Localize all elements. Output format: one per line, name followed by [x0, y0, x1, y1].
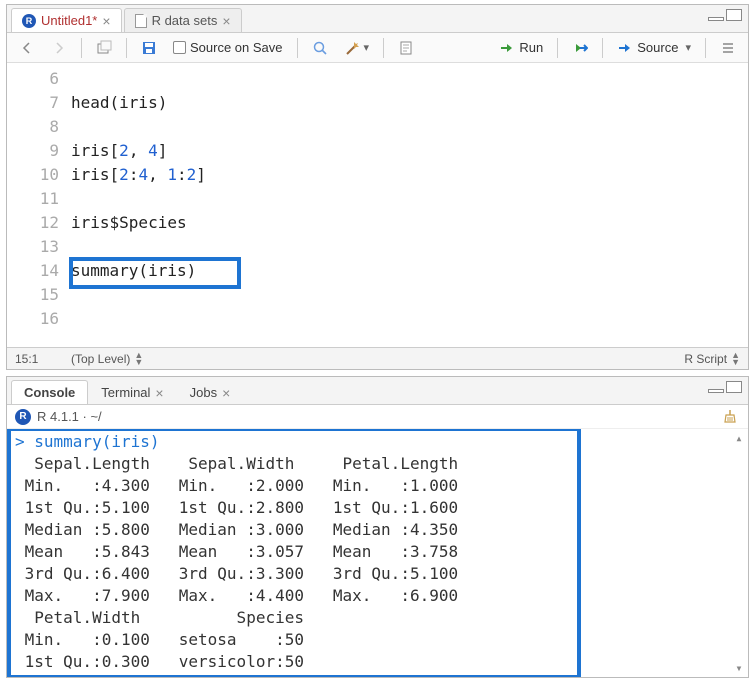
scroll-down-icon[interactable]: ▾: [732, 661, 746, 675]
tab-jobs[interactable]: Jobs ×: [177, 380, 244, 404]
tab-label: Untitled1*: [41, 13, 97, 28]
close-icon[interactable]: ×: [222, 385, 230, 401]
tab-r-data-sets[interactable]: R data sets ×: [124, 8, 242, 32]
close-icon[interactable]: ×: [102, 14, 110, 28]
scroll-up-icon[interactable]: ▴: [732, 431, 746, 445]
minimize-pane-icon[interactable]: [708, 17, 724, 21]
source-button[interactable]: Source ▾: [611, 38, 697, 58]
back-button[interactable]: [13, 38, 41, 58]
source-on-save-toggle[interactable]: Source on Save: [167, 38, 289, 57]
source-toolbar: Source on Save ▾ Run Source ▾: [7, 33, 748, 63]
console-info-bar: R R 4.1.1 · ~/: [7, 405, 748, 429]
source-statusbar: 15:1 (Top Level) ▲▼ R Script ▲▼: [7, 347, 748, 369]
tab-terminal[interactable]: Terminal ×: [88, 380, 176, 404]
checkbox-icon: [173, 41, 186, 54]
maximize-pane-icon[interactable]: [726, 381, 742, 393]
tab-untitled1[interactable]: R Untitled1* ×: [11, 8, 122, 32]
console-command: > summary(iris): [15, 431, 740, 453]
source-on-save-label: Source on Save: [190, 40, 283, 55]
cursor-position: 15:1: [15, 352, 71, 366]
code-tools-button[interactable]: ▾: [338, 38, 376, 58]
console-pane: Console Terminal × Jobs × R R 4.1.1 · ~/…: [6, 376, 749, 678]
scope-selector[interactable]: (Top Level) ▲▼: [71, 352, 684, 366]
forward-button[interactable]: [45, 38, 73, 58]
show-in-new-window-button[interactable]: [90, 38, 118, 58]
compile-report-button[interactable]: [392, 38, 420, 58]
close-icon[interactable]: ×: [222, 14, 230, 28]
console-tabbar: Console Terminal × Jobs ×: [7, 377, 748, 405]
source-pane: R Untitled1* × R data sets ×: [6, 4, 749, 370]
r-version-path: R 4.1.1 · ~/: [37, 409, 102, 424]
save-button[interactable]: [135, 38, 163, 58]
console-output[interactable]: > summary(iris) Sepal.Length Sepal.Width…: [7, 429, 748, 677]
code-area[interactable]: head(iris) iris[2, 4]iris[2:4, 1:2] iris…: [69, 63, 748, 347]
run-button[interactable]: Run: [493, 38, 549, 58]
source-label: Source: [637, 40, 678, 55]
source-tabbar: R Untitled1* × R data sets ×: [7, 5, 748, 33]
pane-window-controls: [708, 9, 742, 21]
code-editor[interactable]: 678910111213141516 head(iris) iris[2, 4]…: [7, 63, 748, 347]
updown-icon: ▲▼: [134, 352, 143, 365]
r-script-icon: R: [22, 14, 36, 28]
outline-button[interactable]: [714, 38, 742, 58]
clear-console-button[interactable]: [722, 408, 738, 427]
run-label: Run: [519, 40, 543, 55]
tab-console[interactable]: Console: [11, 380, 88, 404]
tab-label: R data sets: [152, 13, 218, 28]
r-logo-icon: R: [15, 409, 31, 425]
language-selector[interactable]: R Script ▲▼: [684, 352, 740, 366]
maximize-pane-icon[interactable]: [726, 9, 742, 21]
minimize-pane-icon[interactable]: [708, 389, 724, 393]
updown-icon: ▲▼: [731, 352, 740, 365]
line-gutter: 678910111213141516: [7, 63, 69, 347]
rerun-button[interactable]: [566, 38, 594, 58]
console-result: Sepal.Length Sepal.Width Petal.Length Mi…: [15, 453, 740, 673]
document-icon: [135, 14, 147, 28]
pane-window-controls: [708, 381, 742, 393]
close-icon[interactable]: ×: [155, 385, 163, 401]
find-button[interactable]: [306, 38, 334, 58]
